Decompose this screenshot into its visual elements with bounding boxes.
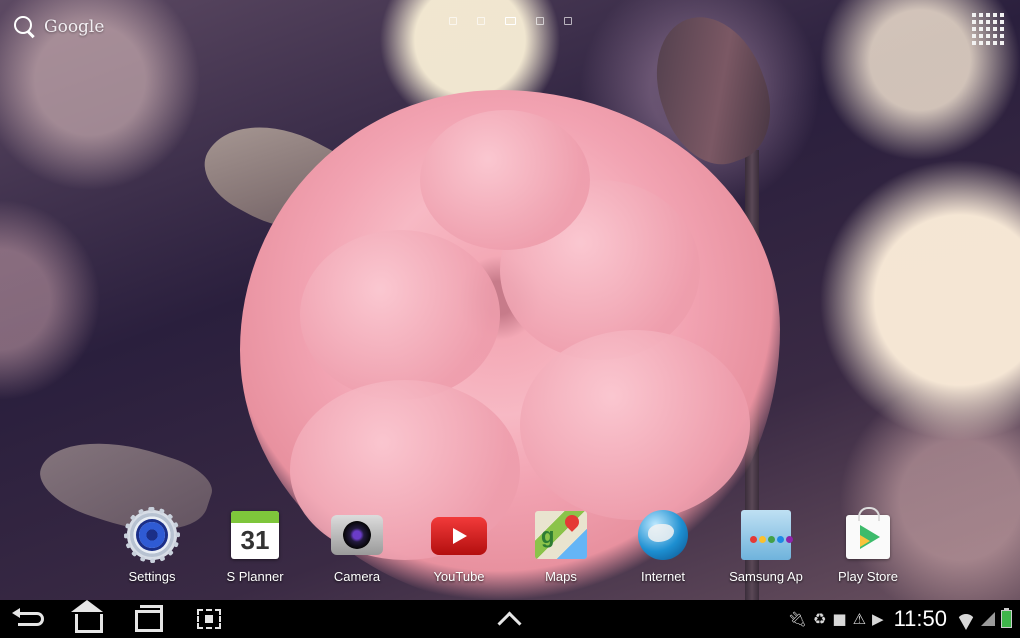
page-dot-active [505, 17, 516, 25]
wifi-icon [957, 614, 975, 630]
screenshot-button[interactable] [188, 604, 230, 634]
usb-icon: 🔌︎ [787, 610, 807, 628]
page-dot [477, 17, 485, 25]
app-youtube[interactable]: YouTube [407, 505, 511, 584]
mini-apps-tray-button[interactable] [488, 604, 530, 636]
globe-icon [635, 507, 691, 563]
camera-icon [329, 507, 385, 563]
recent-apps-icon [135, 605, 163, 632]
settings-gear-icon [124, 507, 180, 563]
app-s-planner[interactable]: 31 S Planner [203, 505, 307, 584]
system-bar: 🔌︎ ♻ ■ ⚠ ▶ 11:50 [0, 599, 1020, 638]
maps-icon: g [533, 507, 589, 563]
app-samsung-apps[interactable]: Samsung Ap [714, 505, 818, 584]
app-label: Maps [545, 569, 577, 584]
app-label: Samsung Ap [729, 569, 803, 584]
home-icon [71, 599, 103, 633]
warning-icon: ⚠ [852, 610, 867, 628]
page-dot [564, 17, 572, 25]
battery-icon [1001, 608, 1012, 628]
recycle-icon: ♻ [812, 610, 827, 628]
back-button[interactable] [10, 604, 52, 634]
calendar-date: 31 [240, 525, 270, 555]
back-arrow-icon [12, 608, 44, 626]
calendar-icon: 31 [227, 507, 283, 563]
chevron-up-icon [496, 610, 522, 636]
app-settings[interactable]: Settings [100, 505, 204, 584]
app-play-store[interactable]: Play Store [816, 505, 920, 584]
screenshot-icon [197, 609, 221, 629]
app-drawer-grid-icon[interactable] [972, 13, 1004, 45]
app-camera[interactable]: Camera [305, 505, 409, 584]
home-shortcuts: Settings 31 S Planner Camera YouTube g M… [100, 505, 920, 595]
wallpaper-petal [300, 230, 500, 400]
app-label: YouTube [433, 569, 485, 584]
app-label: Camera [333, 569, 381, 584]
page-dot [449, 17, 457, 25]
app-label: Internet [640, 569, 686, 584]
youtube-icon [431, 507, 487, 563]
wallpaper-petal [520, 330, 750, 520]
search-icon [14, 16, 36, 39]
samsung-apps-icon [738, 507, 794, 563]
app-maps[interactable]: g Maps [509, 505, 613, 584]
home-button[interactable] [68, 599, 110, 634]
sd-card-icon: ■ [832, 610, 847, 628]
wallpaper-petal [420, 110, 590, 250]
page-dot [536, 17, 544, 25]
download-icon: ▶ [872, 610, 884, 628]
search-label: Google [44, 17, 105, 37]
clock: 11:50 [893, 606, 947, 631]
google-search-widget[interactable]: Google [14, 16, 105, 39]
recent-apps-button[interactable] [128, 604, 170, 634]
app-internet[interactable]: Internet [611, 505, 715, 584]
play-store-icon [840, 507, 896, 563]
page-indicator [449, 17, 572, 25]
app-label: S Planner [226, 569, 284, 584]
status-area[interactable]: 🔌︎ ♻ ■ ⚠ ▶ 11:50 [788, 604, 1012, 634]
app-label: Play Store [838, 569, 898, 584]
signal-icon [981, 612, 995, 626]
app-label: Settings [128, 569, 176, 584]
